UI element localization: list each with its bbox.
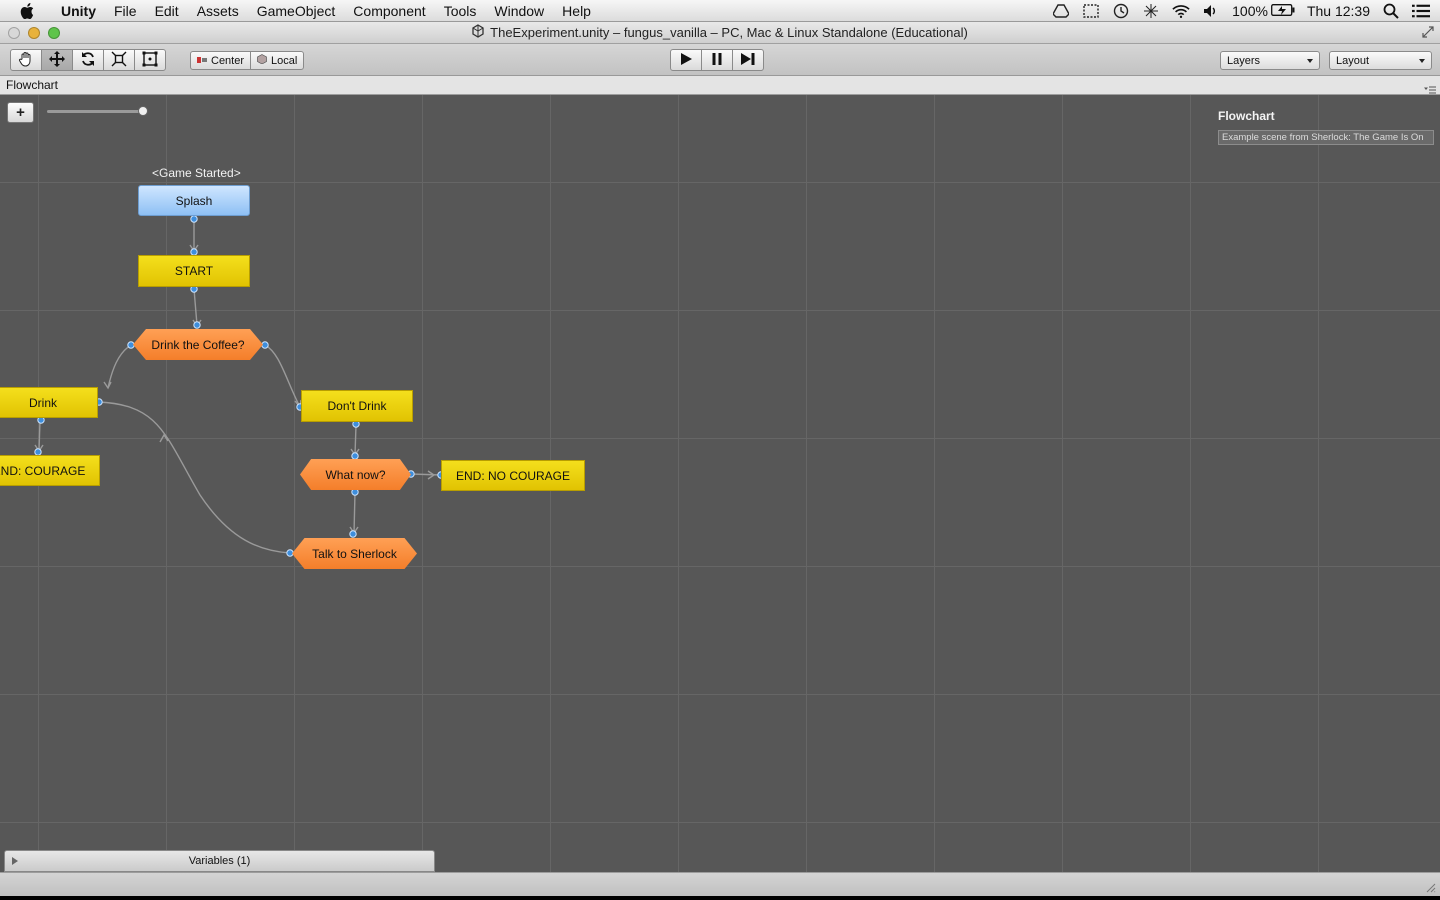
local-cube-icon bbox=[257, 54, 267, 67]
tab-context-menu-icon[interactable] bbox=[1424, 83, 1436, 94]
block-drink[interactable]: Drink bbox=[0, 387, 98, 418]
scale-icon bbox=[111, 51, 127, 70]
rotate-icon bbox=[80, 51, 96, 70]
step-forward-icon bbox=[740, 52, 756, 69]
menu-unity[interactable]: Unity bbox=[52, 0, 105, 22]
menu-help[interactable]: Help bbox=[553, 0, 600, 22]
flowchart-canvas[interactable]: + <Game Started> Splash START Drink the … bbox=[0, 95, 1440, 872]
playback-controls bbox=[670, 49, 764, 71]
pivot-center-toggle[interactable]: Center bbox=[190, 51, 252, 70]
flowchart-description-field[interactable]: Example scene from Sherlock: The Game Is… bbox=[1218, 130, 1434, 145]
unity-toolbar: Center Local Layers Layout bbox=[0, 44, 1440, 76]
resize-grip-icon[interactable] bbox=[1424, 881, 1436, 893]
minimize-window-button[interactable] bbox=[28, 27, 40, 39]
window-controls bbox=[8, 27, 60, 39]
time-machine-icon[interactable] bbox=[1112, 3, 1130, 19]
unity-document-icon bbox=[472, 24, 484, 41]
pivot-center-label: Center bbox=[211, 54, 245, 67]
window-title: TheExperiment.unity – fungus_vanilla – P… bbox=[490, 25, 968, 40]
wifi-icon[interactable] bbox=[1172, 3, 1190, 19]
spotlight-icon[interactable] bbox=[1382, 3, 1400, 19]
drive-icon[interactable] bbox=[1052, 3, 1070, 19]
block-splash[interactable]: Splash bbox=[138, 185, 250, 216]
menu-gameobject[interactable]: GameObject bbox=[248, 0, 345, 22]
block-end-courage[interactable]: END: COURAGE bbox=[0, 455, 100, 486]
screenshot-icon[interactable] bbox=[1082, 3, 1100, 19]
network-icon[interactable] bbox=[1142, 3, 1160, 19]
zoom-slider-track[interactable] bbox=[47, 110, 145, 113]
chevron-down-icon bbox=[1307, 59, 1313, 63]
menu-tools[interactable]: Tools bbox=[435, 0, 486, 22]
layout-dropdown[interactable]: Layout bbox=[1329, 51, 1432, 70]
tab-flowchart[interactable]: Flowchart bbox=[6, 78, 58, 92]
close-window-button[interactable] bbox=[8, 27, 20, 39]
pause-button[interactable] bbox=[701, 49, 733, 71]
layers-dropdown[interactable]: Layers bbox=[1220, 51, 1320, 70]
step-button[interactable] bbox=[732, 49, 764, 71]
pivot-local-label: Local bbox=[271, 54, 298, 67]
expand-triangle-icon bbox=[12, 857, 18, 865]
menu-component[interactable]: Component bbox=[344, 0, 434, 22]
menubar-clock[interactable]: Thu 12:39 bbox=[1307, 3, 1370, 19]
notification-center-icon[interactable] bbox=[1412, 3, 1430, 19]
block-talk-to-sherlock[interactable]: Talk to Sherlock bbox=[292, 538, 417, 569]
volume-icon[interactable] bbox=[1202, 3, 1220, 19]
window-title-bar: TheExperiment.unity – fungus_vanilla – P… bbox=[0, 22, 1440, 44]
pivot-controls: Center Local bbox=[190, 51, 305, 70]
hand-tool-button[interactable] bbox=[10, 49, 42, 71]
layers-label: Layers bbox=[1227, 54, 1261, 67]
mac-menu-bar: Unity File Edit Assets GameObject Compon… bbox=[0, 0, 1440, 22]
pause-icon bbox=[710, 52, 724, 69]
battery-status[interactable]: 100% bbox=[1232, 3, 1295, 19]
pivot-local-toggle[interactable]: Local bbox=[250, 51, 305, 70]
variables-label: Variables (1) bbox=[188, 855, 251, 867]
layout-label: Layout bbox=[1336, 54, 1370, 67]
zoom-window-button[interactable] bbox=[48, 27, 60, 39]
battery-icon bbox=[1270, 3, 1295, 19]
rect-tool-button[interactable] bbox=[134, 49, 166, 71]
move-tool-button[interactable] bbox=[41, 49, 73, 71]
unity-status-bar bbox=[0, 872, 1440, 896]
menu-assets[interactable]: Assets bbox=[188, 0, 248, 22]
battery-percent: 100% bbox=[1232, 3, 1268, 19]
block-what-now[interactable]: What now? bbox=[300, 459, 411, 490]
zoom-slider-thumb[interactable] bbox=[138, 106, 148, 116]
editor-tab-strip: Flowchart bbox=[0, 76, 1440, 95]
hand-icon bbox=[18, 51, 34, 70]
screen-bottom-edge bbox=[0, 896, 1440, 900]
play-button[interactable] bbox=[670, 49, 702, 71]
status-menus: 100% Thu 12:39 bbox=[1052, 0, 1430, 22]
move-arrows-icon bbox=[49, 50, 65, 70]
block-dont-drink[interactable]: Don't Drink bbox=[301, 390, 413, 422]
variables-panel-toggle[interactable]: Variables (1) bbox=[4, 850, 435, 872]
transform-tools bbox=[10, 49, 166, 71]
center-pivot-icon bbox=[197, 55, 207, 67]
flowchart-info-panel: Flowchart Example scene from Sherlock: T… bbox=[1218, 109, 1434, 145]
flowchart-info-title: Flowchart bbox=[1218, 109, 1275, 123]
block-start[interactable]: START bbox=[138, 255, 250, 287]
menu-edit[interactable]: Edit bbox=[146, 0, 188, 22]
chevron-down-icon bbox=[1419, 59, 1425, 63]
play-icon bbox=[679, 52, 693, 69]
block-end-no-courage[interactable]: END: NO COURAGE bbox=[441, 460, 585, 491]
block-drink-the-coffee[interactable]: Drink the Coffee? bbox=[133, 329, 263, 360]
game-started-event-label: <Game Started> bbox=[152, 166, 241, 180]
menu-file[interactable]: File bbox=[105, 0, 146, 22]
rotate-tool-button[interactable] bbox=[72, 49, 104, 71]
rect-transform-icon bbox=[142, 51, 158, 70]
add-block-button[interactable]: + bbox=[7, 102, 34, 123]
fullscreen-icon[interactable] bbox=[1422, 26, 1434, 38]
scale-tool-button[interactable] bbox=[103, 49, 135, 71]
menu-window[interactable]: Window bbox=[485, 0, 553, 22]
apple-icon[interactable] bbox=[16, 0, 38, 22]
